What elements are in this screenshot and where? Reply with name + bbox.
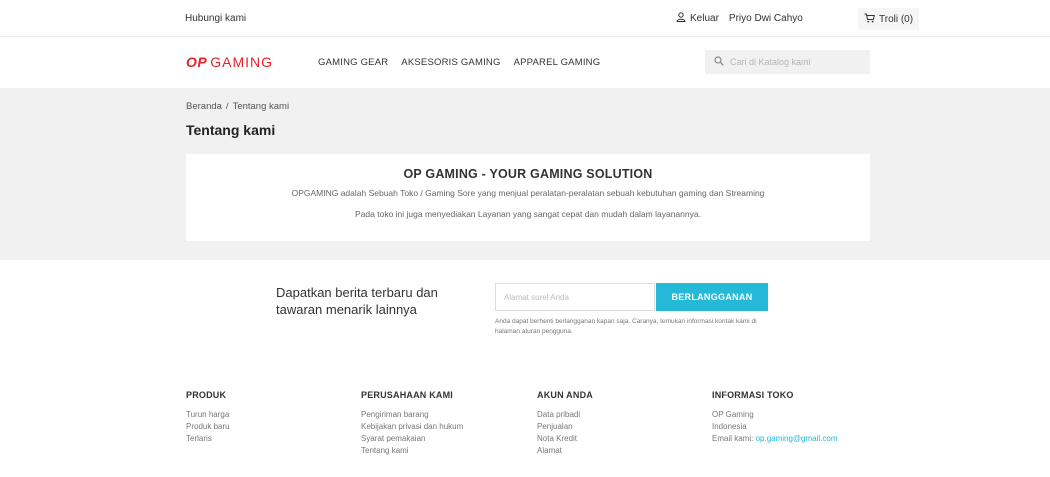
footer-link[interactable]: Penjualan xyxy=(537,421,593,433)
nav-apparel-gaming[interactable]: APPAREL GAMING xyxy=(514,57,601,68)
main-content: Beranda / Tentang kami Tentang kami OP G… xyxy=(0,88,1050,260)
breadcrumb-current: Tentang kami xyxy=(232,101,290,112)
cart-label: Troli (0) xyxy=(879,13,914,25)
footer-col-info: INFORMASI TOKO OP Gaming Indonesia Email… xyxy=(712,390,838,445)
nav-aksesoris-gaming[interactable]: AKSESORIS GAMING xyxy=(401,57,500,68)
user-name-link[interactable]: Priyo Dwi Cahyo xyxy=(729,13,803,24)
newsletter-section: Dapatkan berita terbaru dan tawaran mena… xyxy=(0,260,1050,380)
about-heading: OP GAMING - YOUR GAMING SOLUTION xyxy=(403,167,653,181)
contact-link[interactable]: Hubungi kami xyxy=(185,13,246,24)
footer-link[interactable]: Data pribadi xyxy=(537,409,593,421)
about-paragraph-1: OPGAMING adalah Sebuah Toko / Gaming Sor… xyxy=(291,188,765,198)
logo-mark: OP xyxy=(186,54,208,70)
about-card: OP GAMING - YOUR GAMING SOLUTION OPGAMIN… xyxy=(186,154,870,241)
footer-col-perusahaan: PERUSAHAAN KAMI Pengiriman barang Kebija… xyxy=(361,390,463,457)
newsletter-text: Dapatkan berita terbaru dan tawaran mena… xyxy=(276,285,438,317)
footer-link[interactable]: Produk baru xyxy=(186,421,230,433)
main-nav: GAMING GEAR AKSESORIS GAMING APPAREL GAM… xyxy=(318,57,600,68)
cart-button[interactable]: Troli (0) xyxy=(858,8,919,30)
search-box xyxy=(705,50,870,74)
about-paragraph-2: Pada toko ini juga menyediakan Layanan y… xyxy=(355,209,701,219)
footer-heading-produk: PRODUK xyxy=(186,390,227,400)
email-link[interactable]: op.gaming@gmail.com xyxy=(756,434,838,443)
page-title: Tentang kami xyxy=(186,122,276,138)
footer-link[interactable]: Turun harga xyxy=(186,409,230,421)
footer-col-akun: AKUN ANDA Data pribadi Penjualan Nota Kr… xyxy=(537,390,593,457)
footer-heading-info: INFORMASI TOKO xyxy=(712,390,794,400)
top-bar: Hubungi kami Keluar Priyo Dwi Cahyo Trol… xyxy=(0,0,1050,37)
footer-link[interactable]: Kebijakan privasi dan hukum xyxy=(361,421,463,433)
cart-icon xyxy=(864,13,875,26)
footer-heading-akun: AKUN ANDA xyxy=(537,390,593,400)
footer-col-produk: PRODUK Turun harga Produk baru Terlaris xyxy=(186,390,230,445)
site-logo[interactable]: OP GAMING xyxy=(186,54,273,70)
nav-gaming-gear[interactable]: GAMING GEAR xyxy=(318,57,388,68)
subscribe-button[interactable]: BERLANGGANAN xyxy=(656,283,768,311)
email-label: Email kami: xyxy=(712,434,754,443)
footer-link[interactable]: Pengiriman barang xyxy=(361,409,463,421)
footer-link[interactable]: Nota Kredit xyxy=(537,433,593,445)
store-country: Indonesia xyxy=(712,422,747,431)
user-icon xyxy=(676,12,686,25)
footer-heading-perusahaan: PERUSAHAAN KAMI xyxy=(361,390,454,400)
search-icon[interactable] xyxy=(714,55,724,69)
breadcrumb: Beranda / Tentang kami xyxy=(186,101,289,112)
search-input[interactable] xyxy=(730,57,860,67)
footer: PRODUK Turun harga Produk baru Terlaris … xyxy=(0,380,1050,477)
footer-link[interactable]: Alamat xyxy=(537,445,593,457)
logout-link[interactable]: Keluar xyxy=(690,13,719,24)
newsletter-note: Anda dapat berhenti berlangganan kapan s… xyxy=(495,318,757,335)
footer-link[interactable]: Syarat pemakaian xyxy=(361,433,463,445)
account-area: Keluar Priyo Dwi Cahyo xyxy=(676,12,803,25)
store-name: OP Gaming xyxy=(712,410,754,419)
newsletter-email-input[interactable] xyxy=(495,283,655,311)
store-email-row: Email kami: op.gaming@gmail.com xyxy=(712,433,838,445)
main-header: OP GAMING GAMING GEAR AKSESORIS GAMING A… xyxy=(0,38,1050,88)
logo-text: GAMING xyxy=(210,54,274,70)
footer-link[interactable]: Tentang kami xyxy=(361,445,463,457)
footer-link[interactable]: Terlaris xyxy=(186,433,230,445)
breadcrumb-home[interactable]: Beranda xyxy=(186,101,222,112)
breadcrumb-separator: / xyxy=(225,101,229,112)
